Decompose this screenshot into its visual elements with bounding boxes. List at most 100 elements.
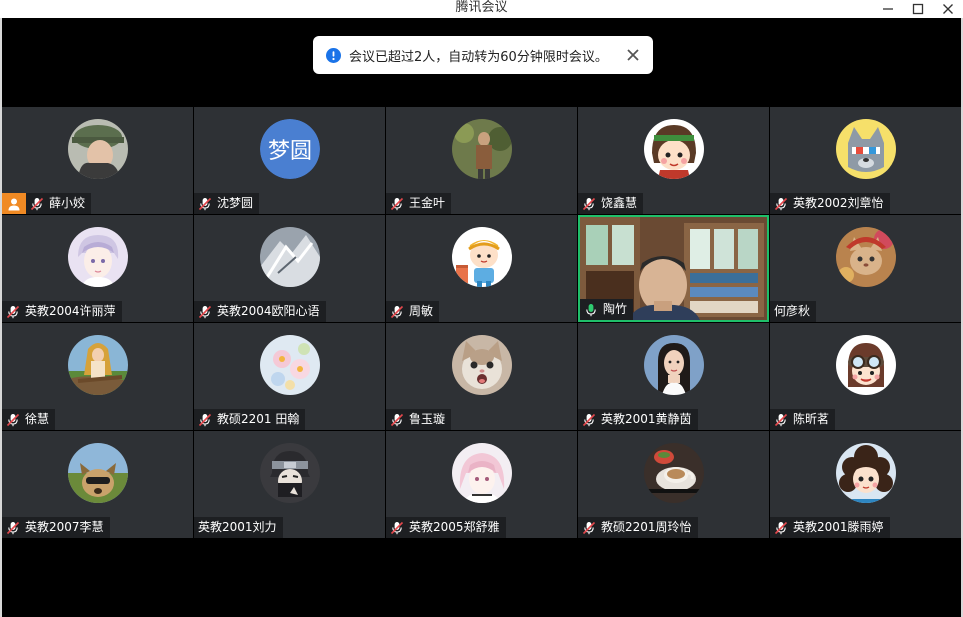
nameplate: 英教2001刘力 — [194, 517, 283, 538]
participant-tile[interactable]: 英教2001刘力 — [194, 431, 385, 538]
mic-muted-indicator — [582, 521, 596, 535]
host-icon — [8, 198, 20, 210]
participant-tile[interactable]: 英教2004欧阳心语 — [194, 215, 385, 322]
mic-muted-indicator — [6, 305, 20, 319]
title-bar: 腾讯会议 — [0, 0, 963, 18]
nameplate: 英教2005郑舒雅 — [386, 517, 506, 538]
participant-name: 英教2002刘章怡 — [793, 196, 884, 210]
window-title: 腾讯会议 — [455, 0, 508, 15]
nameplate: 英教2002刘章怡 — [770, 193, 890, 214]
participant-tile[interactable]: 英教2004许丽萍 — [2, 215, 193, 322]
participant-tile[interactable]: 周敏 — [386, 215, 577, 322]
mic-muted-icon — [198, 305, 212, 318]
minimize-button[interactable] — [873, 0, 903, 18]
participant-name: 薛小姣 — [49, 196, 86, 210]
mic-muted-icon — [774, 413, 788, 426]
participant-name: 教硕2201 田翰 — [217, 412, 300, 426]
nameplate: 教硕2201 田翰 — [194, 409, 306, 430]
participant-tile[interactable]: 饶鑫慧 — [578, 107, 769, 214]
mic-muted-indicator — [390, 413, 404, 427]
avatar — [836, 227, 896, 287]
nameplate: 徐慧 — [2, 409, 56, 430]
participant-name: 徐慧 — [25, 412, 50, 426]
participant-tile[interactable]: 梦圆 沈梦圆 — [194, 107, 385, 214]
host-badge — [2, 193, 26, 214]
avatar — [836, 335, 896, 395]
mic-muted-icon — [6, 413, 20, 426]
participant-tile[interactable]: 英教2007李慧 — [2, 431, 193, 538]
participant-tile[interactable]: 教硕2201 田翰 — [194, 323, 385, 430]
mic-muted-indicator — [30, 197, 44, 211]
mic-muted-indicator — [390, 521, 404, 535]
toast-message: 会议已超过2人，自动转为60分钟限时会议。 — [349, 49, 608, 65]
participant-name: 陈昕茗 — [793, 412, 830, 426]
avatar — [452, 119, 512, 179]
mic-muted-icon — [390, 305, 404, 318]
nameplate: 薛小姣 — [26, 193, 92, 214]
avatar — [68, 335, 128, 395]
mic-muted-icon — [6, 305, 20, 318]
participant-tile[interactable]: 何彦秋 — [770, 215, 961, 322]
mic-muted-indicator — [6, 521, 20, 535]
participant-tile[interactable]: 英教2001滕雨婷 — [770, 431, 961, 538]
nameplate: 英教2001滕雨婷 — [770, 517, 890, 538]
close-window-button[interactable] — [933, 0, 963, 18]
mic-muted-icon — [390, 413, 404, 426]
participant-tile[interactable]: 王金叶 — [386, 107, 577, 214]
mic-muted-icon — [390, 197, 404, 210]
participant-tile[interactable]: 英教2001黄静茵 — [578, 323, 769, 430]
nameplate: 何彦秋 — [770, 301, 817, 322]
nameplate: 英教2004欧阳心语 — [194, 301, 326, 322]
mic-muted-indicator — [390, 305, 404, 319]
participant-tile[interactable]: 陈昕茗 — [770, 323, 961, 430]
nameplate: 教硕2201周玲怡 — [578, 517, 698, 538]
nameplate: 陶竹 — [580, 299, 634, 320]
mic-muted-indicator — [582, 413, 596, 427]
mic-muted-indicator — [582, 197, 596, 211]
participant-name: 英教2005郑舒雅 — [409, 520, 500, 534]
participant-name: 英教2007李慧 — [25, 520, 104, 534]
close-icon — [943, 4, 953, 14]
avatar — [644, 335, 704, 395]
mic-active-indicator — [584, 303, 598, 317]
avatar — [644, 443, 704, 503]
mic-muted-icon — [774, 197, 788, 210]
mic-icon — [586, 303, 596, 316]
participant-tile[interactable]: 陶竹 — [578, 215, 769, 322]
participant-name: 周敏 — [409, 304, 434, 318]
toast-close-button[interactable] — [625, 47, 641, 63]
avatar — [260, 443, 320, 503]
participant-tile[interactable]: 徐慧 — [2, 323, 193, 430]
close-icon — [627, 49, 639, 61]
participant-name: 英教2001刘力 — [198, 520, 277, 534]
participant-tile[interactable]: 教硕2201周玲怡 — [578, 431, 769, 538]
participant-tile[interactable]: 鲁玉璇 — [386, 323, 577, 430]
participant-grid: 薛小姣 梦圆 沈梦圆王金叶 饶鑫慧 英教2002刘章怡英教2004许丽萍 英教2004欧阳… — [2, 107, 961, 539]
mic-muted-icon — [582, 197, 596, 210]
nameplate: 英教2001黄静茵 — [578, 409, 698, 430]
meeting-window: 腾讯会议 会议已超过2人，自动转为60分钟限时会议。 薛小姣 梦圆 沈梦圆王金叶 饶鑫… — [0, 0, 963, 617]
avatar — [836, 443, 896, 503]
participant-name: 教硕2201周玲怡 — [601, 520, 692, 534]
participant-name: 鲁玉璇 — [409, 412, 446, 426]
participant-tile[interactable]: 英教2005郑舒雅 — [386, 431, 577, 538]
nameplate: 周敏 — [386, 301, 440, 322]
avatar — [68, 443, 128, 503]
participant-name: 英教2004欧阳心语 — [217, 304, 320, 318]
notification-toast: 会议已超过2人，自动转为60分钟限时会议。 — [313, 36, 653, 74]
participant-tile[interactable]: 薛小姣 — [2, 107, 193, 214]
participant-name: 英教2004许丽萍 — [25, 304, 116, 318]
participant-name: 英教2001黄静茵 — [601, 412, 692, 426]
nameplate: 饶鑫慧 — [578, 193, 644, 214]
participant-name: 英教2001滕雨婷 — [793, 520, 884, 534]
participant-tile[interactable]: 英教2002刘章怡 — [770, 107, 961, 214]
maximize-button[interactable] — [903, 0, 933, 18]
mic-muted-icon — [582, 413, 596, 426]
avatar — [452, 335, 512, 395]
avatar — [644, 119, 704, 179]
mic-muted-indicator — [198, 197, 212, 211]
participant-name: 陶竹 — [603, 302, 628, 316]
participant-name: 王金叶 — [409, 196, 446, 210]
mic-muted-indicator — [390, 197, 404, 211]
nameplate: 英教2007李慧 — [2, 517, 110, 538]
